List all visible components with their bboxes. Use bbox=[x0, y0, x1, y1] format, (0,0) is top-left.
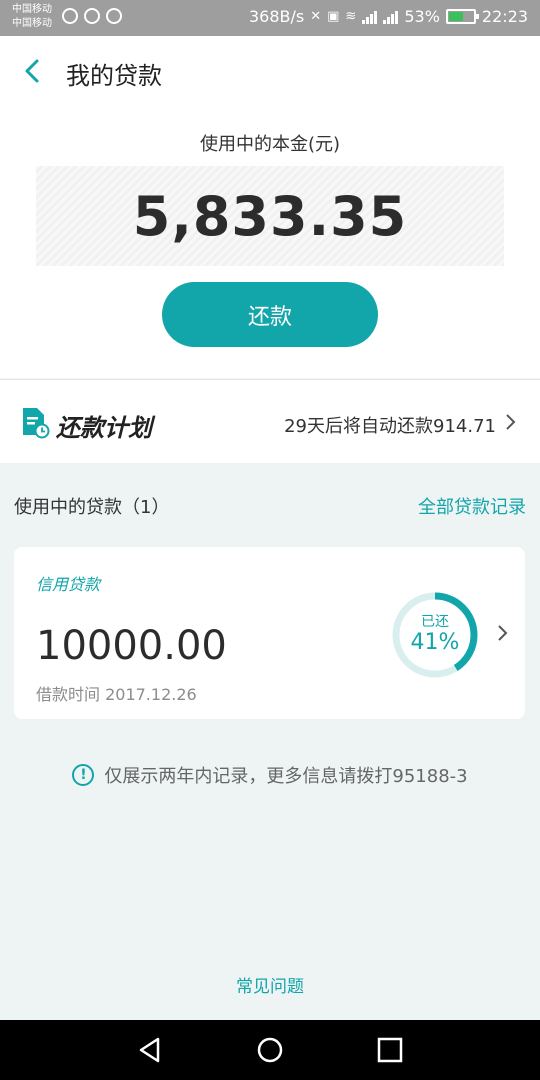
repayment-plan-row[interactable]: 还款计划 29天后将自动还款914.71 bbox=[0, 379, 540, 463]
wifi-icon: ≋ bbox=[345, 9, 357, 24]
battery-icon bbox=[445, 9, 479, 24]
principal-amount-box: 5,833.35 bbox=[36, 166, 504, 266]
net-speed: 368B/s bbox=[248, 7, 305, 26]
signal-4g-icon bbox=[362, 10, 378, 24]
notification-icon bbox=[62, 8, 78, 24]
signal-2g-icon bbox=[383, 10, 399, 24]
loans-header: 使用中的贷款（1） bbox=[14, 497, 170, 518]
chevron-right-icon bbox=[498, 625, 508, 641]
repaid-progress-ring: 已还 41% bbox=[391, 591, 479, 679]
loan-date: 借款时间 2017.12.26 bbox=[36, 685, 197, 704]
battery-percent: 53% bbox=[404, 7, 440, 26]
page-title: 我的贷款 bbox=[66, 62, 162, 90]
repaid-percent: 41% bbox=[410, 630, 460, 655]
info-icon: ! bbox=[72, 764, 95, 786]
repaid-label: 已还 bbox=[421, 614, 449, 630]
back-arrow-icon[interactable] bbox=[18, 56, 48, 86]
notice-text: 仅展示两年内记录，更多信息请拨打95188-3 bbox=[104, 766, 468, 787]
notice: ! 仅展示两年内记录，更多信息请拨打95188-3 bbox=[0, 762, 540, 788]
faq-link[interactable]: 常见问题 bbox=[0, 972, 540, 997]
system-nav-bar bbox=[0, 1020, 540, 1080]
repay-button[interactable]: 还款 bbox=[162, 282, 378, 347]
loan-type: 信用贷款 bbox=[36, 575, 101, 594]
hd-icon: ▣ bbox=[327, 9, 340, 24]
plan-title: 还款计划 bbox=[56, 414, 152, 442]
loan-card[interactable]: 信用贷款 10000.00 借款时间 2017.12.26 已还 41% bbox=[14, 547, 525, 719]
carrier-2: 中国移动 bbox=[12, 18, 52, 29]
notification-icons bbox=[62, 8, 122, 24]
loan-amount: 10000.00 bbox=[36, 623, 227, 669]
summary-section: 我的贷款 使用中的本金(元) 5,833.35 还款 bbox=[0, 36, 540, 378]
schedule-icon bbox=[23, 408, 50, 439]
all-records-link[interactable]: 全部贷款记录 bbox=[418, 493, 526, 519]
clock: 22:23 bbox=[481, 7, 528, 26]
plan-info: 29天后将自动还款914.71 bbox=[284, 416, 496, 437]
chevron-right-icon bbox=[506, 414, 516, 430]
principal-amount: 5,833.35 bbox=[132, 184, 408, 248]
nav-recents-icon[interactable] bbox=[374, 1034, 406, 1066]
carrier-info: 中国移动 中国移动 bbox=[12, 3, 52, 31]
mute-icon: ✕ bbox=[310, 9, 322, 24]
nav-home-icon[interactable] bbox=[254, 1034, 286, 1066]
notification-icon bbox=[84, 8, 100, 24]
status-bar: 中国移动 中国移动 368B/s ✕ ▣ ≋ 53% 22:23 bbox=[0, 0, 540, 36]
chat-icon bbox=[106, 8, 122, 24]
principal-label: 使用中的本金(元) bbox=[199, 134, 341, 155]
nav-back-icon[interactable] bbox=[134, 1034, 166, 1066]
carrier-1: 中国移动 bbox=[12, 4, 52, 15]
